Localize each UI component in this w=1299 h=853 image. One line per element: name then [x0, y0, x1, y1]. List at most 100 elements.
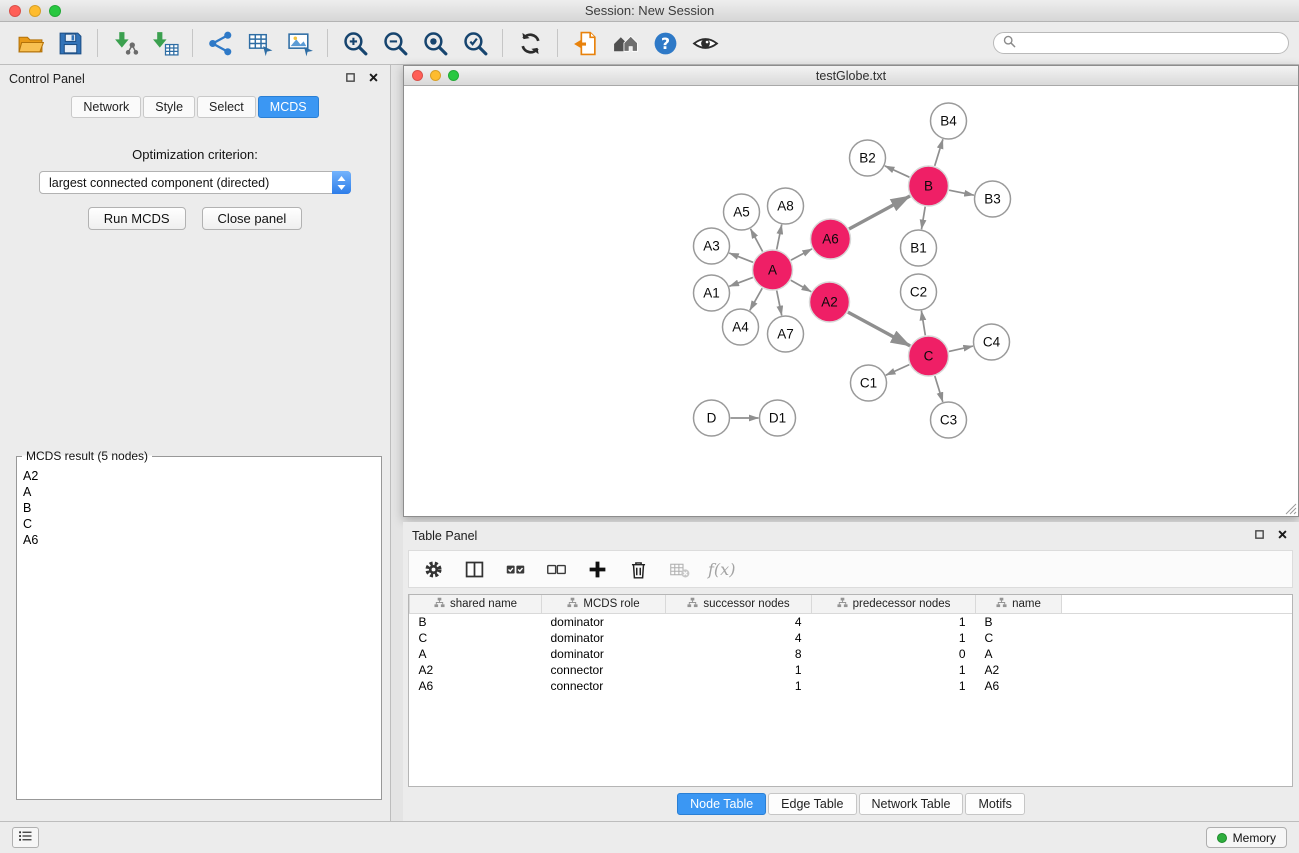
graph-node-A6[interactable]: A6 — [811, 219, 851, 259]
graph-node-A3[interactable]: A3 — [694, 228, 730, 264]
graph-node-A7[interactable]: A7 — [768, 316, 804, 352]
result-item[interactable]: B — [23, 500, 375, 516]
graph-edge-A-A7[interactable] — [777, 291, 782, 316]
graph-node-A1[interactable]: A1 — [694, 275, 730, 311]
graph-node-B3[interactable]: B3 — [975, 181, 1011, 217]
control-panel-close-button[interactable] — [365, 71, 381, 87]
save-session-button[interactable] — [50, 25, 90, 61]
network-canvas[interactable]: A5A8A3A1A4A7AA6A2B2B4BB3B1C2CC4C1C3DD1 — [404, 86, 1298, 516]
column-header-MCDS-role[interactable]: MCDS role — [542, 595, 666, 613]
table-settings-button[interactable] — [421, 556, 445, 582]
graph-edge-A-A2[interactable] — [791, 280, 811, 291]
network-zoom-button[interactable] — [448, 70, 459, 81]
result-item[interactable]: A — [23, 484, 375, 500]
control-panel-float-button[interactable] — [342, 71, 358, 87]
graph-edge-A-A4[interactable] — [750, 288, 762, 310]
table-panel-close-button[interactable] — [1274, 528, 1290, 544]
tab-edge-table[interactable]: Edge Table — [768, 793, 856, 815]
graph-edge-C-C2[interactable] — [921, 311, 925, 336]
delete-table-button[interactable] — [667, 556, 691, 582]
resize-grip-icon[interactable] — [1284, 502, 1297, 515]
optimization-criterion-dropdown[interactable]: largest connected component (directed) — [39, 171, 351, 194]
tab-network[interactable]: Network — [71, 96, 141, 118]
graph-edge-B-B4[interactable] — [935, 139, 943, 166]
tab-node-table[interactable]: Node Table — [677, 793, 766, 815]
zoom-fit-button[interactable] — [415, 25, 455, 61]
table-row[interactable]: A6connector11A6 — [410, 678, 1293, 694]
graph-node-A8[interactable]: A8 — [768, 188, 804, 224]
result-item[interactable]: A6 — [23, 532, 375, 548]
export-image-button[interactable] — [280, 25, 320, 61]
table-row[interactable]: Adominator80A — [410, 646, 1293, 662]
network-window-titlebar[interactable]: testGlobe.txt — [404, 66, 1298, 86]
tab-style[interactable]: Style — [143, 96, 195, 118]
search-box[interactable] — [993, 32, 1289, 54]
graph-edge-A-A8[interactable] — [777, 225, 782, 250]
add-column-button[interactable] — [585, 556, 609, 582]
graph-node-B1[interactable]: B1 — [901, 230, 937, 266]
network-close-button[interactable] — [412, 70, 423, 81]
show-columns-button[interactable] — [462, 556, 486, 582]
home-button[interactable] — [605, 25, 645, 61]
column-header-name[interactable]: name — [976, 595, 1062, 613]
graph-node-B[interactable]: B — [909, 166, 949, 206]
import-table-button[interactable] — [145, 25, 185, 61]
graph-edge-B-B3[interactable] — [949, 190, 974, 195]
show-graphics-details-button[interactable] — [685, 25, 725, 61]
table-panel-float-button[interactable] — [1251, 528, 1267, 544]
function-builder-button[interactable]: f(x) — [708, 556, 735, 582]
memory-button[interactable]: Memory — [1206, 827, 1287, 848]
graph-edge-C-C1[interactable] — [886, 365, 910, 376]
column-header-shared-name[interactable]: shared name — [410, 595, 542, 613]
table-row[interactable]: Cdominator41C — [410, 630, 1293, 646]
import-network-button[interactable] — [105, 25, 145, 61]
result-item[interactable]: C — [23, 516, 375, 532]
run-mcds-button[interactable]: Run MCDS — [88, 207, 186, 230]
graph-node-C4[interactable]: C4 — [974, 324, 1010, 360]
graph-node-A2[interactable]: A2 — [810, 282, 850, 322]
tab-select[interactable]: Select — [197, 96, 256, 118]
select-all-rows-button[interactable] — [503, 556, 527, 582]
table-row[interactable]: A2connector11A2 — [410, 662, 1293, 678]
tab-network-table[interactable]: Network Table — [859, 793, 964, 815]
graph-edge-A-A3[interactable] — [729, 253, 753, 262]
show-panel-menu-button[interactable] — [12, 827, 39, 848]
delete-columns-button[interactable] — [626, 556, 650, 582]
graph-edge-A-A6[interactable] — [791, 249, 812, 260]
export-table-button[interactable] — [240, 25, 280, 61]
new-network-button[interactable] — [200, 25, 240, 61]
graph-edge-B-B1[interactable] — [922, 207, 926, 230]
open-file-button[interactable] — [10, 25, 50, 61]
graph-edge-C-C3[interactable] — [935, 376, 943, 402]
zoom-in-button[interactable] — [335, 25, 375, 61]
graph-node-A5[interactable]: A5 — [724, 194, 760, 230]
help-button[interactable]: ? — [645, 25, 685, 61]
graph-node-D1[interactable]: D1 — [760, 400, 796, 436]
deselect-all-rows-button[interactable] — [544, 556, 568, 582]
copy-network-button[interactable] — [565, 25, 605, 61]
graph-edge-A-A1[interactable] — [729, 277, 753, 286]
graph-edge-C-C4[interactable] — [949, 346, 973, 351]
zoom-window-button[interactable] — [49, 5, 61, 17]
zoom-out-button[interactable] — [375, 25, 415, 61]
network-minimize-button[interactable] — [430, 70, 441, 81]
graph-edge-A-A5[interactable] — [751, 229, 763, 252]
tab-motifs[interactable]: Motifs — [965, 793, 1024, 815]
zoom-selected-button[interactable] — [455, 25, 495, 61]
network-graph[interactable]: A5A8A3A1A4A7AA6A2B2B4BB3B1C2CC4C1C3DD1 — [404, 86, 1298, 516]
graph-node-C2[interactable]: C2 — [901, 274, 937, 310]
column-header-predecessor-nodes[interactable]: predecessor nodes — [812, 595, 976, 613]
graph-edge-A6-B[interactable] — [849, 196, 910, 229]
apply-layout-button[interactable] — [510, 25, 550, 61]
column-header-successor-nodes[interactable]: successor nodes — [666, 595, 812, 613]
tab-mcds[interactable]: MCDS — [258, 96, 319, 118]
graph-node-D[interactable]: D — [694, 400, 730, 436]
graph-node-A[interactable]: A — [753, 250, 793, 290]
graph-edge-A2-C[interactable] — [848, 312, 910, 346]
graph-node-C[interactable]: C — [909, 336, 949, 376]
graph-node-B4[interactable]: B4 — [931, 103, 967, 139]
close-window-button[interactable] — [9, 5, 21, 17]
table-row[interactable]: Bdominator41B — [410, 613, 1293, 630]
result-item[interactable]: A2 — [23, 468, 375, 484]
close-mcds-panel-button[interactable]: Close panel — [202, 207, 303, 230]
